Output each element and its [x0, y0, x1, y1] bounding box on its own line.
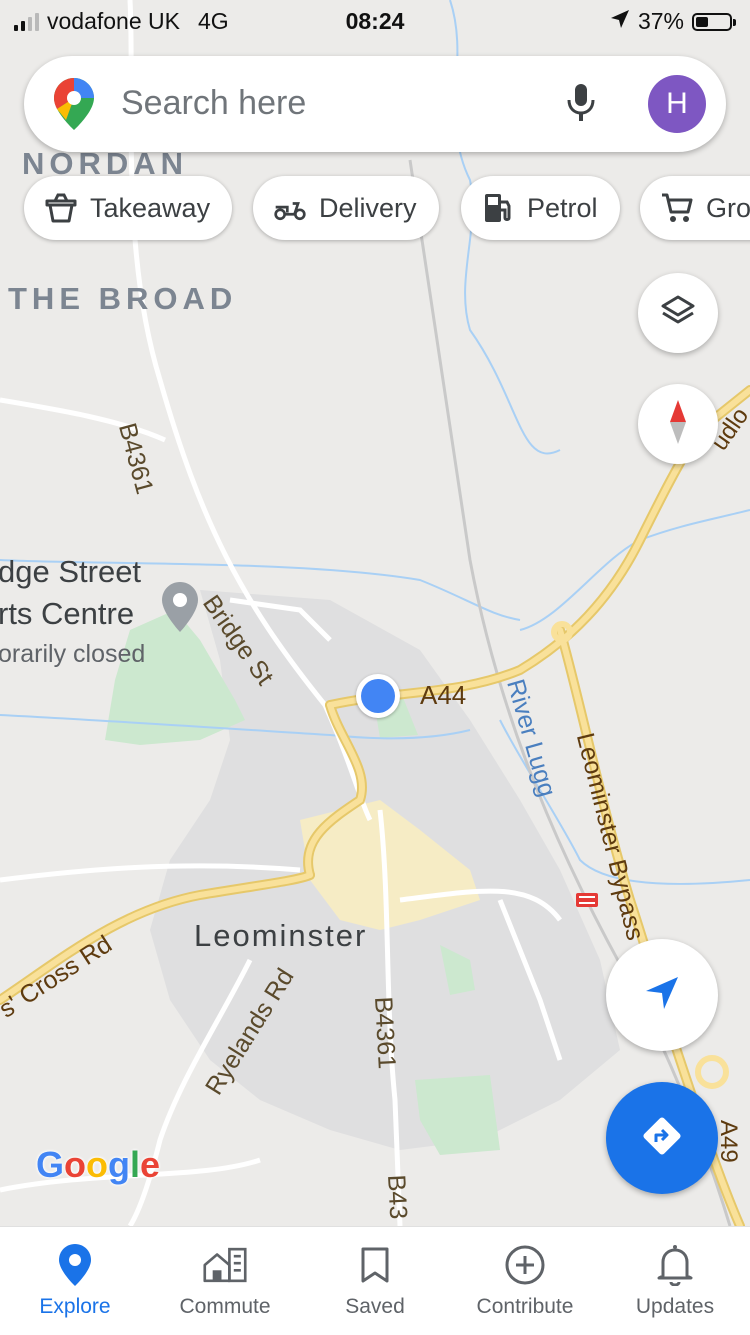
map-label-a44: A44	[420, 680, 467, 710]
map-label-poi-name-line1[interactable]: dge Street	[0, 554, 141, 590]
chip-label: Takeaway	[90, 192, 211, 223]
tab-label: Saved	[345, 1295, 405, 1318]
map-label-a49: A49	[715, 1120, 742, 1163]
bell-icon	[653, 1243, 697, 1287]
navigation-arrow-icon	[642, 973, 682, 1018]
chip-petrol[interactable]: Petrol	[461, 176, 620, 240]
commute-icon	[203, 1243, 247, 1287]
battery-percent: 37%	[637, 8, 684, 34]
chip-label: Delivery	[319, 192, 417, 223]
chip-label: Gro	[706, 192, 750, 223]
compass-icon	[666, 398, 690, 451]
tab-label: Explore	[39, 1295, 111, 1318]
current-location-dot[interactable]	[356, 674, 400, 718]
petrol-icon	[481, 191, 515, 225]
tab-updates[interactable]: Updates	[600, 1227, 750, 1335]
tab-explore[interactable]: Explore	[0, 1227, 150, 1335]
layers-icon	[660, 293, 696, 334]
battery-icon	[692, 12, 736, 31]
account-avatar[interactable]: H	[648, 75, 706, 133]
explore-pin-icon	[53, 1243, 97, 1287]
google-logo: Google	[36, 1144, 161, 1185]
map-label-b4361-south: B4361	[369, 996, 401, 1070]
directions-icon	[640, 1114, 684, 1163]
search-bar[interactable]: Search here H	[24, 56, 726, 152]
takeaway-icon	[44, 191, 78, 225]
chip-label: Petrol	[527, 192, 598, 223]
chip-groceries[interactable]: Gro	[640, 176, 750, 240]
status-bar: vodafone UK 4G 08:24 37%	[0, 0, 750, 44]
tab-label: Updates	[635, 1295, 715, 1318]
map-label-poi-status: orarily closed	[0, 640, 146, 668]
grocery-cart-icon	[660, 191, 694, 225]
bottom-navigation: Explore Commute Saved Contribute Updates	[0, 1226, 750, 1335]
chip-takeaway[interactable]: Takeaway	[24, 176, 233, 240]
map-label-town[interactable]: Leominster	[194, 918, 367, 954]
tab-commute[interactable]: Commute	[150, 1227, 300, 1335]
google-maps-pin-icon	[54, 78, 94, 135]
map-label-the-broad: THE BROAD	[8, 281, 238, 316]
delivery-icon	[273, 191, 307, 225]
layers-button[interactable]	[638, 273, 718, 353]
map-label-b43-bottom: B43	[382, 1174, 413, 1220]
search-placeholder[interactable]: Search here	[121, 84, 306, 123]
map-label-poi-name-line2[interactable]: rts Centre	[0, 596, 134, 632]
tab-label: Commute	[179, 1295, 271, 1318]
tab-contribute[interactable]: Contribute	[450, 1227, 600, 1335]
bookmark-icon	[353, 1243, 397, 1287]
location-arrow-icon	[610, 8, 630, 35]
my-location-button[interactable]	[606, 939, 718, 1051]
microphone-icon[interactable]	[566, 82, 596, 129]
add-circle-icon	[503, 1243, 547, 1287]
chip-delivery[interactable]: Delivery	[253, 176, 439, 240]
tab-label: Contribute	[476, 1295, 574, 1318]
directions-button[interactable]	[606, 1082, 718, 1194]
compass-button[interactable]	[638, 384, 718, 464]
tab-saved[interactable]: Saved	[300, 1227, 450, 1335]
